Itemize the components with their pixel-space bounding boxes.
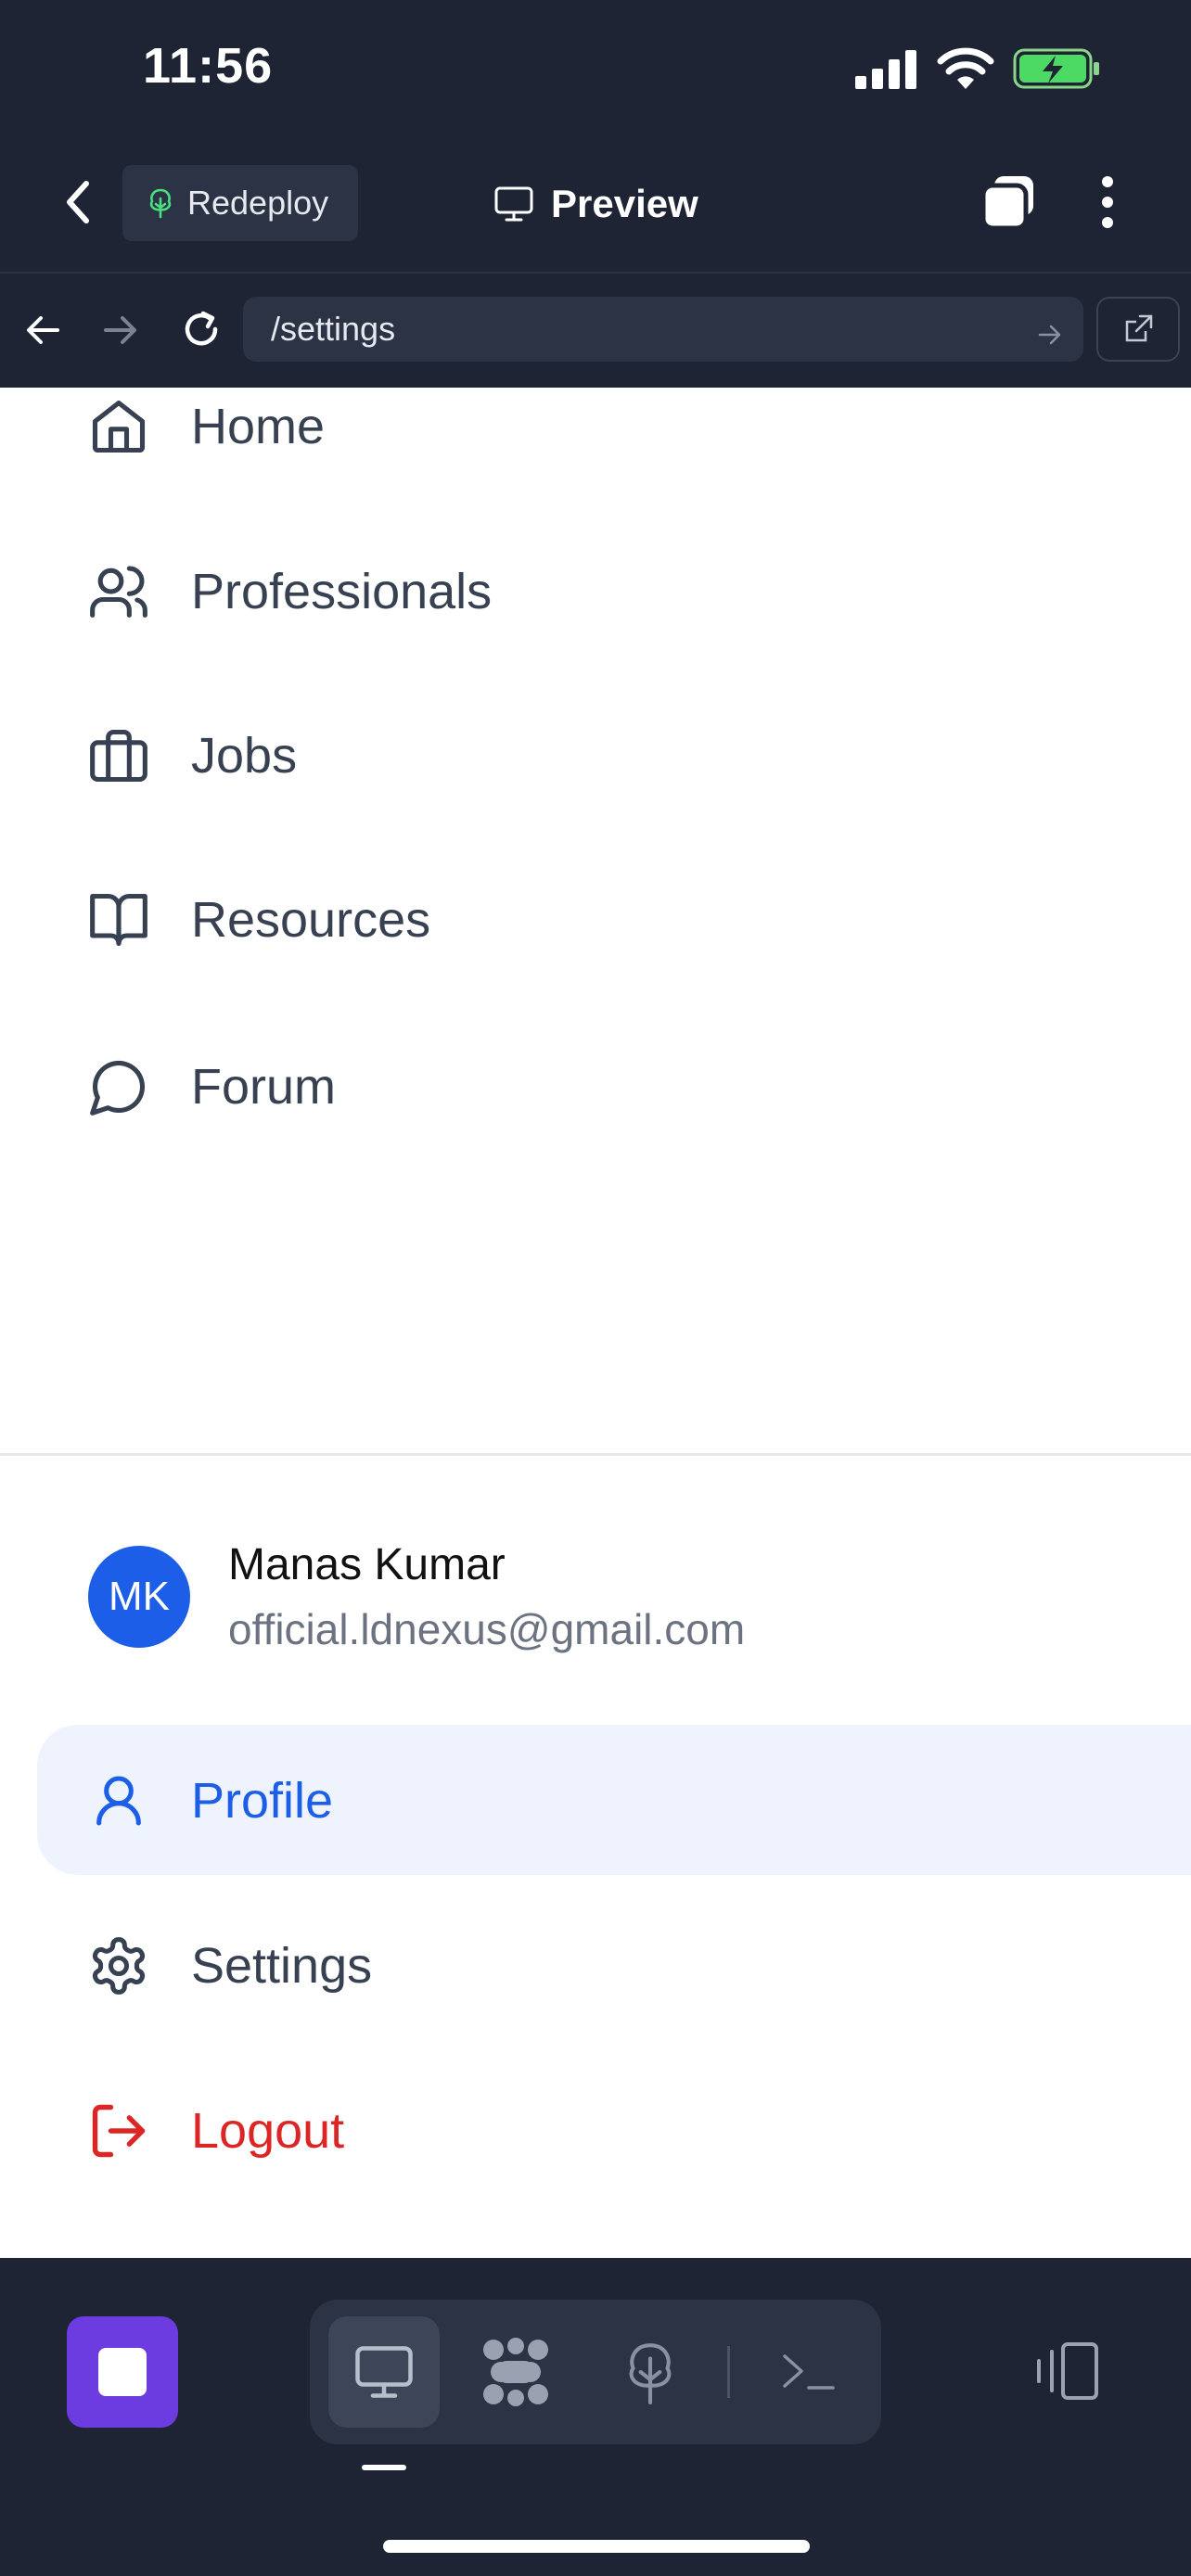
reload-icon[interactable] — [178, 306, 224, 357]
nav-item-resources[interactable]: Resources — [0, 864, 1191, 976]
menu-item-settings[interactable]: Settings — [0, 1910, 1191, 2021]
preview-label: Preview — [551, 182, 698, 225]
stop-icon — [98, 2348, 147, 2396]
browser-back-icon[interactable] — [22, 310, 63, 355]
back-icon[interactable] — [52, 174, 104, 230]
view-switcher-divider — [727, 2346, 730, 2398]
open-external-button[interactable] — [1096, 297, 1180, 362]
stop-button[interactable] — [67, 2316, 178, 2428]
nav-item-jobs[interactable]: Jobs — [0, 700, 1191, 811]
briefcase-icon — [85, 722, 152, 789]
gear-icon — [85, 1932, 152, 1999]
nav-item-label: Jobs — [191, 728, 298, 784]
device-rotate-icon[interactable] — [1031, 2340, 1102, 2406]
nav-item-forum[interactable]: Forum — [0, 1031, 1191, 1142]
nav-item-label: Home — [191, 399, 326, 454]
message-circle-icon — [85, 1053, 152, 1120]
nav-item-professionals[interactable]: Professionals — [0, 536, 1191, 647]
settings-label: Settings — [191, 1938, 373, 1994]
url-text: /settings — [271, 310, 396, 348]
book-open-icon — [85, 886, 152, 953]
preview-tab[interactable]: Preview — [493, 172, 698, 236]
deploy-tree-icon — [621, 2340, 679, 2404]
more-vertical-icon[interactable] — [1091, 172, 1124, 236]
menu-separator — [0, 1453, 1191, 1456]
users-icon — [85, 558, 152, 625]
wifi-icon — [937, 46, 994, 96]
profile-label: Profile — [191, 1773, 334, 1829]
logout-icon — [85, 2098, 152, 2164]
shell-view-button[interactable] — [753, 2316, 864, 2428]
nav-item-label: Professionals — [191, 564, 493, 619]
nav-item-home[interactable]: Home — [0, 371, 1191, 482]
grid-blob-icon — [480, 2337, 551, 2407]
deploy-view-button[interactable] — [595, 2316, 706, 2428]
toolbar-divider — [0, 272, 1191, 274]
redeploy-button[interactable]: Redeploy — [122, 165, 358, 241]
monitor-icon — [493, 185, 534, 223]
battery-charging-icon — [1013, 46, 1102, 96]
nav-item-label: Forum — [191, 1059, 337, 1115]
app-top-bar: 11:56 Redeploy Preview /settings — [0, 0, 1191, 388]
menu-item-profile[interactable]: Profile — [0, 1745, 1191, 1856]
selected-view-indicator — [362, 2465, 406, 2470]
go-arrow-icon[interactable] — [1037, 317, 1063, 356]
home-icon — [85, 393, 152, 460]
workspace-view-button[interactable] — [460, 2316, 571, 2428]
deploy-tree-icon — [147, 187, 174, 219]
menu-item-logout[interactable]: Logout — [0, 2075, 1191, 2187]
url-bar[interactable]: /settings — [243, 297, 1083, 362]
logout-label: Logout — [191, 2103, 345, 2159]
preview-view-button[interactable] — [328, 2316, 440, 2428]
status-time: 11:56 — [143, 38, 274, 94]
user-email: official.ldnexus@gmail.com — [228, 1605, 746, 1653]
cellular-signal-icon — [855, 48, 920, 94]
user-name: Manas Kumar — [228, 1540, 506, 1589]
avatar: MK — [88, 1546, 190, 1648]
redeploy-label: Redeploy — [187, 184, 329, 222]
monitor-icon — [353, 2344, 415, 2400]
tabs-icon[interactable] — [980, 172, 1039, 236]
terminal-icon — [779, 2349, 839, 2395]
home-indicator — [383, 2540, 810, 2553]
browser-forward-icon[interactable] — [100, 310, 141, 355]
user-icon — [85, 1767, 152, 1834]
external-link-icon — [1121, 312, 1155, 346]
nav-item-label: Resources — [191, 892, 431, 948]
